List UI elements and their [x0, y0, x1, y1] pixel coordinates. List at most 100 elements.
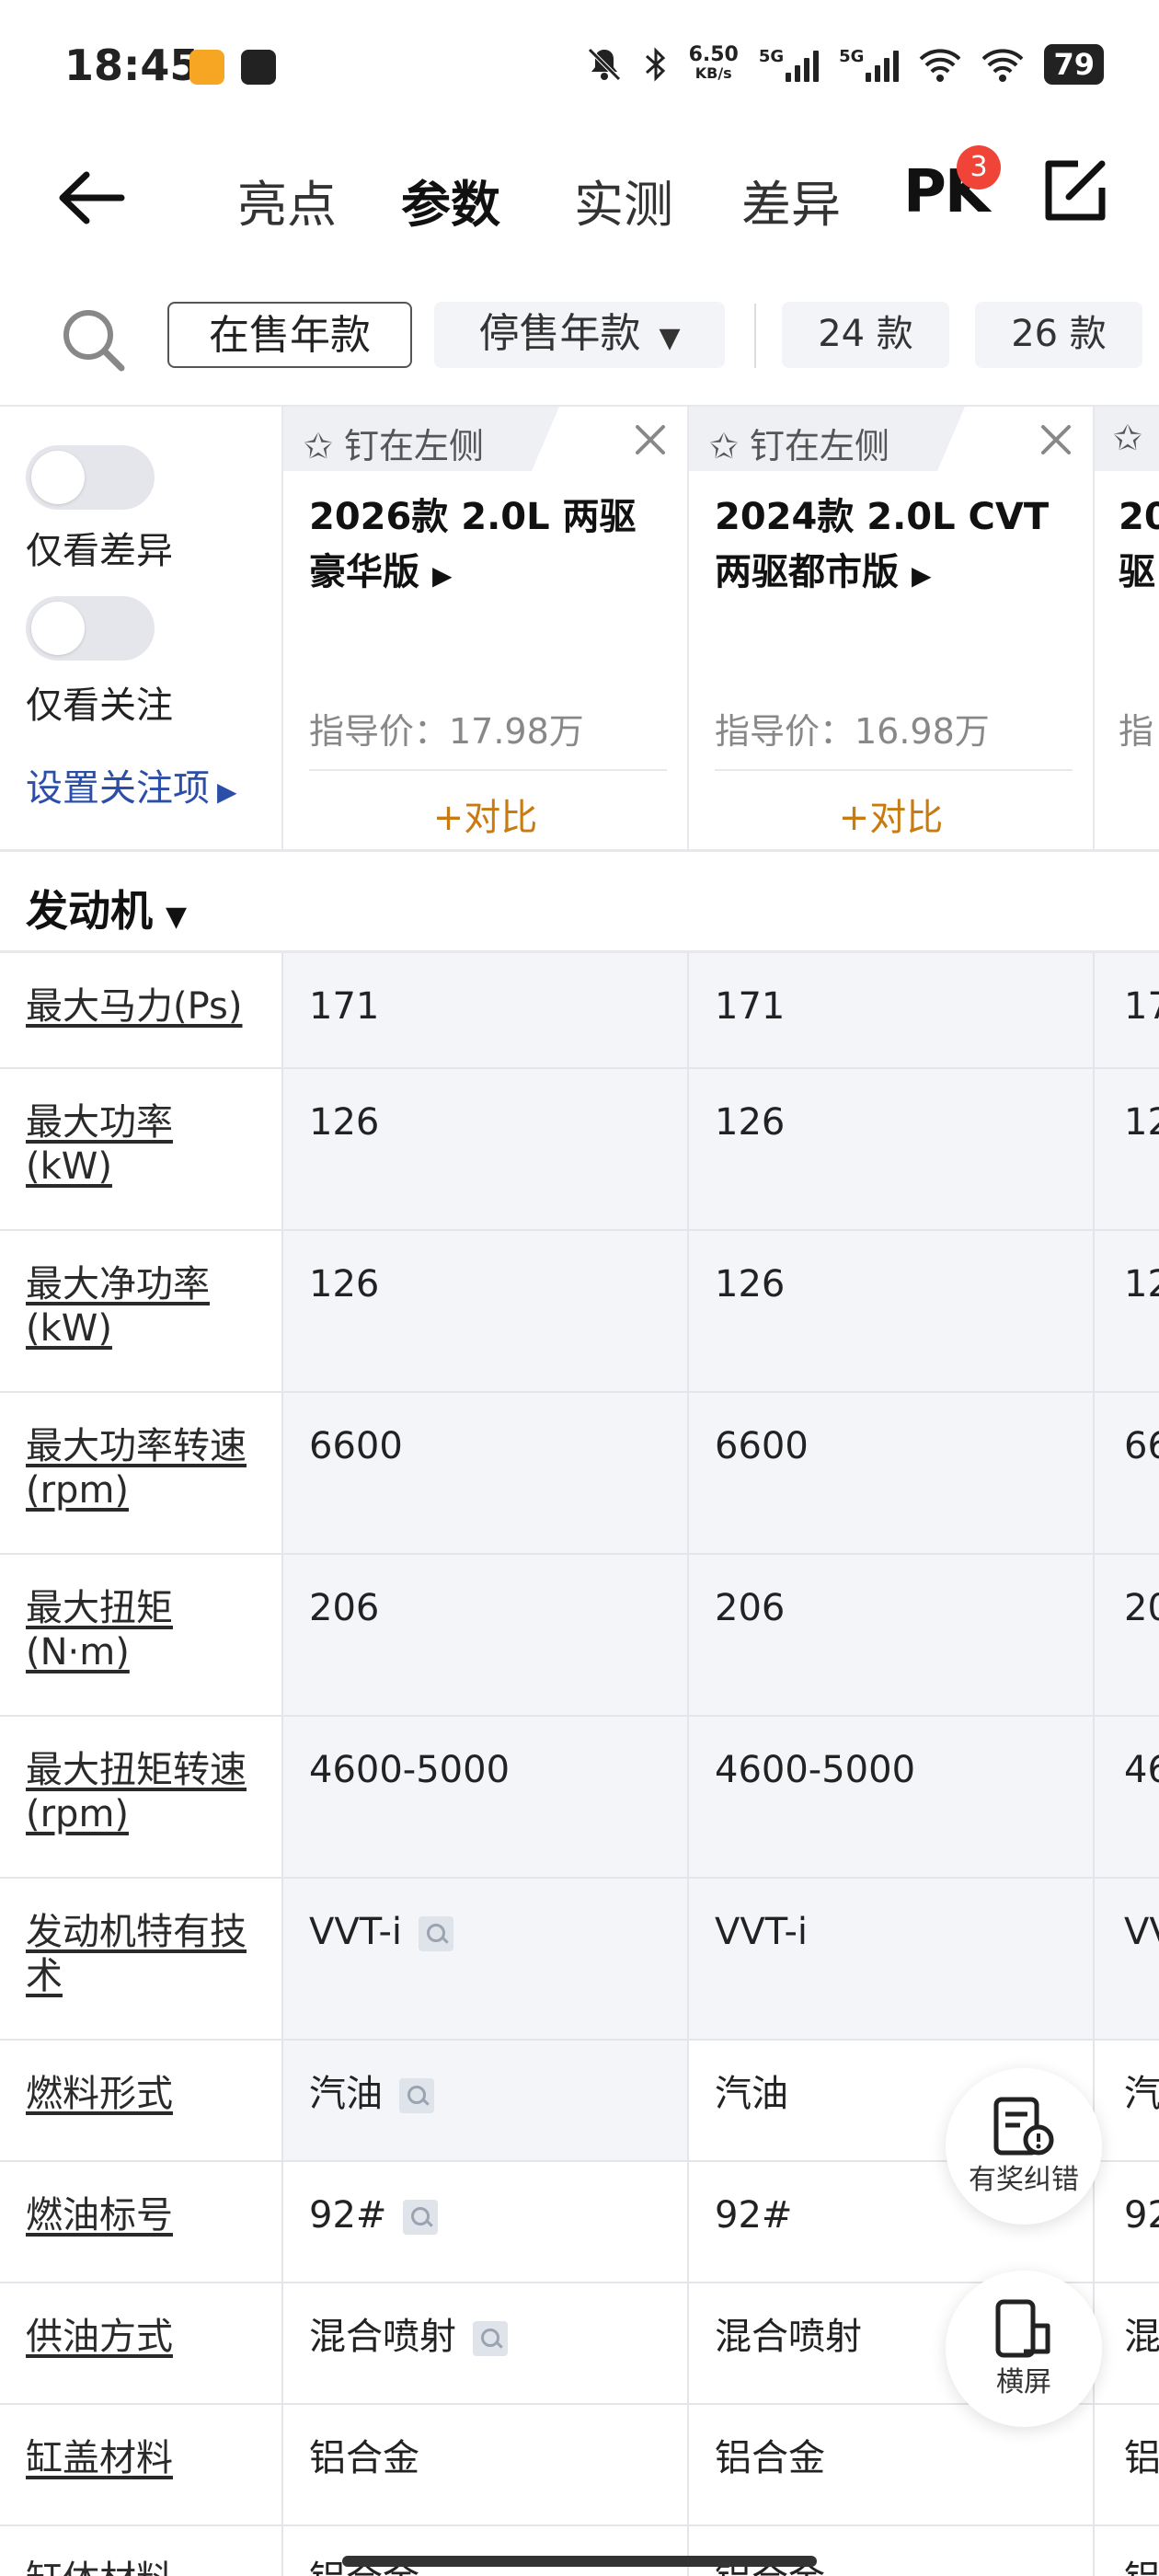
clock: 18:45 [64, 40, 200, 90]
row-label[interactable]: 缸盖材料 [0, 2405, 283, 2524]
cell-value: 铝 [1095, 2526, 1159, 2576]
year-filter-bar: 在售年款 停售年款 ▼ 24 款 26 款 [0, 276, 1159, 396]
close-icon[interactable] [630, 420, 671, 460]
cell-value: 混 [1095, 2283, 1159, 2403]
pin-left-button[interactable]: ✩ 钉在左侧 [304, 418, 484, 468]
options-panel: 仅看差异 仅看关注 设置关注项 ▶ [0, 407, 283, 849]
status-bar: 18:45 6.50 KB/s 5G 5G 79 [0, 0, 1159, 138]
pin-left-button[interactable]: ✩ 钉在左侧 [709, 418, 889, 468]
app-notification-icon [189, 50, 224, 85]
cell-value: 126 [283, 1231, 689, 1391]
mute-bell-icon [587, 48, 621, 81]
cell-value: 92# [283, 2162, 689, 2282]
cell-value: 4600-5000 [283, 1717, 689, 1877]
car-name[interactable]: 2024款 2.0L CVT两驱都市版 ▶ [715, 489, 1073, 604]
caret-right-icon: ▶ [431, 560, 453, 591]
divider [715, 769, 1073, 771]
only-diff-toggle[interactable] [26, 445, 155, 510]
table-row: 发动机特有技术 VVT-i VVT-i VV [0, 1879, 1159, 2041]
add-compare-button[interactable]: +对比 [283, 788, 687, 841]
report-error-icon [993, 2097, 1054, 2156]
row-label[interactable]: 最大功率(kW) [0, 1069, 283, 1229]
chip-year-26[interactable]: 26 款 [975, 302, 1142, 368]
cell-value: 混合喷射 [283, 2283, 689, 2403]
edit-icon[interactable] [1038, 155, 1111, 228]
lookup-icon[interactable] [419, 1916, 454, 1951]
table-row: 缸体材料 铝合金 铝合金 铝 [0, 2526, 1159, 2576]
close-icon[interactable] [1036, 420, 1076, 460]
dropdown-triangle-icon: ▼ [659, 322, 681, 354]
row-label[interactable]: 缸体材料 [0, 2526, 283, 2576]
cell-value: 4600-5000 [689, 1717, 1095, 1877]
only-follow-toggle[interactable] [26, 596, 155, 661]
cell-value: 6600 [689, 1393, 1095, 1553]
tab-differences[interactable]: 差异 [741, 164, 841, 236]
pin-icon: ✩ [304, 426, 333, 466]
only-diff-label: 仅看差异 [26, 530, 173, 572]
cell-value: VVT-i [283, 1879, 689, 2039]
cell-value: 206 [283, 1555, 689, 1715]
row-label[interactable]: 燃油标号 [0, 2162, 283, 2282]
divider [754, 304, 756, 368]
row-label[interactable]: 最大功率转速(rpm) [0, 1393, 283, 1553]
battery-indicator: 79 [1044, 44, 1104, 85]
divider [309, 769, 667, 771]
report-error-button[interactable]: 有奖纠错 [946, 2068, 1102, 2225]
row-label[interactable]: 燃料形式 [0, 2041, 283, 2160]
cell-value: 171 [283, 953, 689, 1067]
chip-on-sale[interactable]: 在售年款 [167, 302, 412, 368]
row-label[interactable]: 供油方式 [0, 2283, 283, 2403]
table-row: 最大马力(Ps) 171 171 17 [0, 953, 1159, 1069]
row-label[interactable]: 最大扭矩(N·m) [0, 1555, 283, 1715]
add-compare-button[interactable]: +对比 [689, 788, 1093, 841]
car-name-partial[interactable]: 20 驱 [1119, 489, 1159, 600]
cell-value: 铝合金 [283, 2526, 689, 2576]
back-arrow-icon[interactable] [55, 166, 129, 230]
row-label[interactable]: 最大净功率(kW) [0, 1231, 283, 1391]
rotate-screen-icon [995, 2299, 1050, 2358]
table-row: 最大扭矩转速(rpm) 4600-5000 4600-5000 46 [0, 1717, 1159, 1879]
pin-icon: ✩ [1113, 418, 1142, 458]
signal-bars-icon [866, 47, 900, 82]
top-nav: 亮点 参数 实测 差异 PK 3 [0, 138, 1159, 258]
chip-discontinued[interactable]: 停售年款 ▼ [434, 302, 725, 368]
car-name[interactable]: 2026款 2.0L 两驱豪华版 ▶ [309, 489, 668, 604]
caret-right-icon: ▶ [217, 776, 237, 807]
cell-value: 铝合金 [283, 2405, 689, 2524]
cell-value: 126 [689, 1069, 1095, 1229]
cell-value: 6600 [283, 1393, 689, 1553]
signal-1: 5G [759, 47, 820, 82]
app-notification-icon [241, 50, 276, 85]
cell-value: VV [1095, 1879, 1159, 2039]
tab-tested[interactable]: 实测 [574, 164, 673, 236]
search-icon[interactable] [55, 302, 129, 375]
row-label[interactable]: 最大马力(Ps) [0, 953, 283, 1067]
cell-value: 铝 [1095, 2405, 1159, 2524]
guide-price: 指导价：16.98万 [715, 711, 990, 752]
table-row: 最大扭矩(N·m) 206 206 20 [0, 1555, 1159, 1717]
chip-year-24[interactable]: 24 款 [782, 302, 949, 368]
guide-price: 指导价：17.98万 [309, 711, 584, 752]
pk-count-badge: 3 [957, 145, 1001, 190]
home-indicator[interactable] [342, 2556, 817, 2567]
row-label[interactable]: 最大扭矩转速(rpm) [0, 1717, 283, 1877]
section-header[interactable]: 发动机 ▼ [0, 852, 1159, 953]
landscape-button[interactable]: 横屏 [946, 2271, 1102, 2427]
bluetooth-icon [645, 47, 665, 82]
table-row: 最大净功率(kW) 126 126 12 [0, 1231, 1159, 1393]
tab-params[interactable]: 参数 [401, 164, 500, 236]
car-column: ✩ 钉在左侧 2026款 2.0L 两驱豪华版 ▶ 指导价：17.98万 +对比 [283, 407, 689, 849]
cell-value: VVT-i [689, 1879, 1095, 2039]
cell-value: 17 [1095, 953, 1159, 1067]
lookup-icon[interactable] [473, 2321, 508, 2356]
cell-value: 46 [1095, 1717, 1159, 1877]
row-label[interactable]: 发动机特有技术 [0, 1879, 283, 2039]
set-follow-link[interactable]: 设置关注项 ▶ [26, 758, 237, 811]
tab-highlights[interactable]: 亮点 [237, 164, 337, 236]
wifi-icon [920, 49, 961, 82]
lookup-icon[interactable] [403, 2200, 439, 2235]
pin-icon: ✩ [709, 426, 739, 466]
lookup-icon[interactable] [399, 2078, 434, 2113]
cell-value: 12 [1095, 1069, 1159, 1229]
network-speed: 6.50 KB/s [688, 43, 739, 83]
